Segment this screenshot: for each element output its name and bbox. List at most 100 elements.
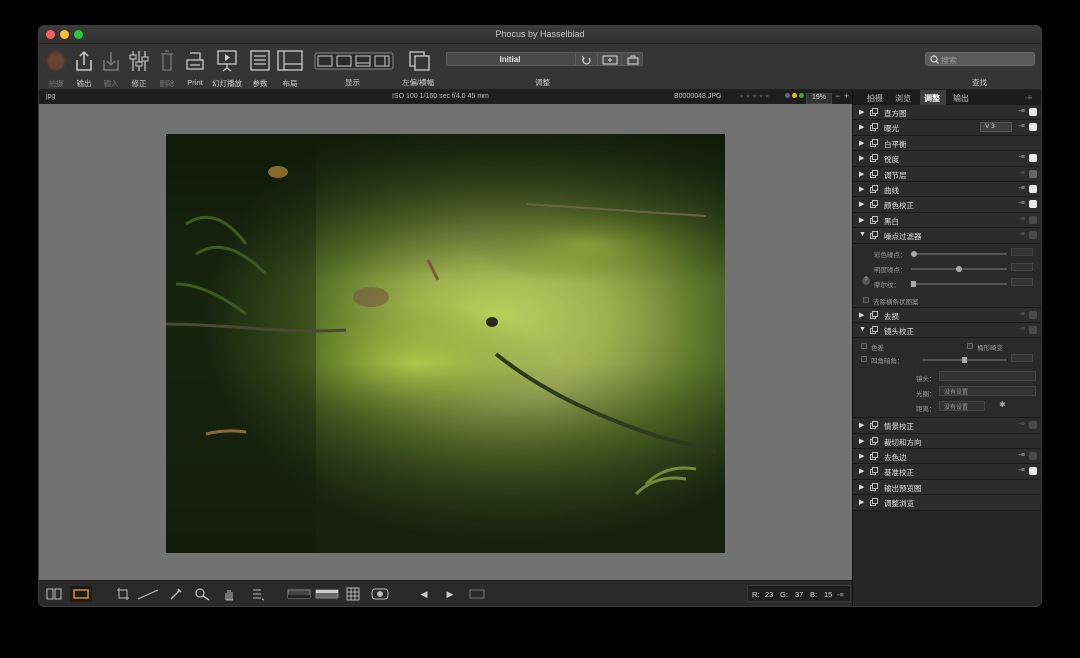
enable-checkbox[interactable] [1029,108,1037,116]
disclosure-right-icon[interactable]: ▶ [859,154,864,162]
snapshot-button[interactable] [597,53,621,65]
disclosure-right-icon[interactable]: ▶ [859,200,864,208]
shadow-clipping-button[interactable] [287,586,311,602]
copy-icon[interactable] [870,138,878,147]
disclosure-right-icon[interactable]: ▶ [859,216,864,224]
disclosure-right-icon[interactable]: ▶ [859,311,864,319]
copy-icon[interactable] [870,154,878,163]
disclosure-right-icon[interactable]: ▶ [859,185,864,193]
help-icon[interactable]: ? [862,276,870,285]
tool-menu-icon[interactable]: -≡ [1019,216,1025,223]
disclosure-right-icon[interactable]: ▶ [859,123,864,131]
copy-icon[interactable] [870,482,878,491]
copy-icon[interactable] [870,231,878,240]
highlight-clipping-button[interactable] [315,586,339,602]
copy-icon[interactable] [870,325,878,334]
rating-stars[interactable]: ★★★★★ [739,93,771,100]
enable-checkbox[interactable] [1029,325,1037,334]
compare-icon[interactable] [408,50,432,72]
preset-menu-button[interactable] [621,53,643,65]
tool-menu-icon[interactable]: -≡ [1019,154,1025,161]
color-tag-green[interactable] [799,93,804,98]
readout-menu-icon[interactable]: -≡ [837,590,844,599]
luma-noise-slider[interactable] [911,265,1007,272]
tool-black-white[interactable]: ▶ 黑白 -≡ [853,212,1041,229]
vignetting-slider[interactable] [923,357,1007,364]
tool-defringe[interactable]: ▶ 去色边 -≡ [853,449,1041,465]
tab-output[interactable]: 输出 [953,93,969,104]
tool-white-balance[interactable]: ▶ 白平衡 [853,135,1041,152]
undo-button[interactable] [575,53,597,65]
vignetting-checkbox[interactable] [861,356,867,363]
tool-color-correction[interactable]: ▶ 颜色校正 -≡ [853,197,1041,213]
enable-checkbox[interactable] [1029,123,1037,132]
enable-checkbox[interactable] [1029,421,1037,430]
enable-checkbox[interactable] [1029,467,1037,476]
tab-browse[interactable]: 浏览 [895,93,911,104]
copy-icon[interactable] [870,310,878,319]
layers-menu-button[interactable] [249,586,267,602]
focus-target-icon[interactable]: ✱ [999,400,1006,409]
color-tag-yellow[interactable] [792,93,797,98]
version-select[interactable]: V 3 [980,122,1012,133]
tool-menu-icon[interactable]: -≡ [1019,185,1025,192]
tool-dust-removal[interactable]: ▶ 去损 -≡ [853,307,1041,323]
two-up-view-button[interactable] [45,586,63,602]
tool-menu-icon[interactable]: -≡ [1019,108,1025,115]
distortion-checkbox[interactable] [967,343,973,350]
copy-icon[interactable] [870,436,878,445]
tool-histogram[interactable]: ▶ 直方图 -≡ [853,105,1041,121]
tool-base-correction[interactable]: ▶ 基准校正 -≡ [853,464,1041,480]
enable-checkbox[interactable] [1029,154,1037,163]
disclosure-right-icon[interactable]: ▶ [859,437,864,445]
display-mode-buttons[interactable] [314,52,394,70]
tool-menu-icon[interactable]: -≡ [1019,467,1025,474]
focus-distance-select[interactable]: 没有设置 [939,401,985,412]
copy-icon[interactable] [870,184,878,193]
color-tag-none[interactable] [785,93,790,98]
tool-crop-orientation[interactable]: ▶ 裁切和方向 [853,433,1041,450]
copy-icon[interactable] [870,498,878,507]
luma-noise-value[interactable] [1011,262,1033,271]
tool-menu-icon[interactable]: -≡ [1019,170,1025,177]
copy-icon[interactable] [870,169,878,178]
crop-tool[interactable] [114,586,132,602]
tool-exposure[interactable]: ▶ 曝光 V 3 -≡ [853,120,1041,136]
disclosure-right-icon[interactable]: ▶ [859,170,864,178]
copy-icon[interactable] [870,108,878,116]
tool-menu-icon[interactable]: -≡ [1019,326,1025,333]
search-field[interactable]: 搜索 [925,52,1035,66]
tool-menu-icon[interactable]: -≡ [1019,123,1025,130]
image-viewer[interactable] [39,104,852,580]
preset-selector[interactable]: Initial [446,52,643,66]
tool-scene-correction[interactable]: ▶ 情景校正 -≡ [853,418,1041,434]
pan-tool[interactable] [220,586,238,602]
color-noise-slider[interactable] [911,250,1007,257]
disclosure-down-icon[interactable]: ▼ [859,231,866,238]
tab-capture[interactable]: 拍摄 [867,93,883,104]
copy-icon[interactable] [870,215,878,224]
disclosure-right-icon[interactable]: ▶ [859,483,864,491]
previous-image-button[interactable]: ◀ [416,586,432,602]
vignetting-value[interactable] [1011,354,1033,363]
mask-overlay-button[interactable] [370,586,390,602]
zoom-in-button[interactable]: + [844,91,849,101]
tool-noise-filter[interactable]: ▼ 噪点过滤器 -≡ [853,228,1041,244]
tool-curves[interactable]: ▶ 曲线 -≡ [853,181,1041,198]
photo-preview[interactable] [166,134,725,553]
zoom-level[interactable]: 19% [806,93,832,104]
enable-checkbox[interactable] [1029,231,1037,240]
tab-adjust[interactable]: 调整 [924,93,940,104]
loupe-tool[interactable] [192,586,214,602]
copy-icon[interactable] [870,123,878,132]
tab-menu-icon[interactable]: -≡ [1025,93,1032,102]
tool-menu-icon[interactable]: -≡ [1019,311,1025,318]
remove-pattern-checkbox[interactable] [863,296,869,303]
enable-checkbox[interactable] [1029,452,1037,461]
single-view-button[interactable] [70,586,92,602]
tool-lens-correction[interactable]: ▼ 镜头校正 -≡ [853,322,1041,339]
chromatic-aberration-checkbox[interactable] [861,343,867,350]
filmstrip-button[interactable] [468,586,486,602]
eyedropper-tool[interactable] [167,586,185,602]
copy-icon[interactable] [870,200,878,209]
